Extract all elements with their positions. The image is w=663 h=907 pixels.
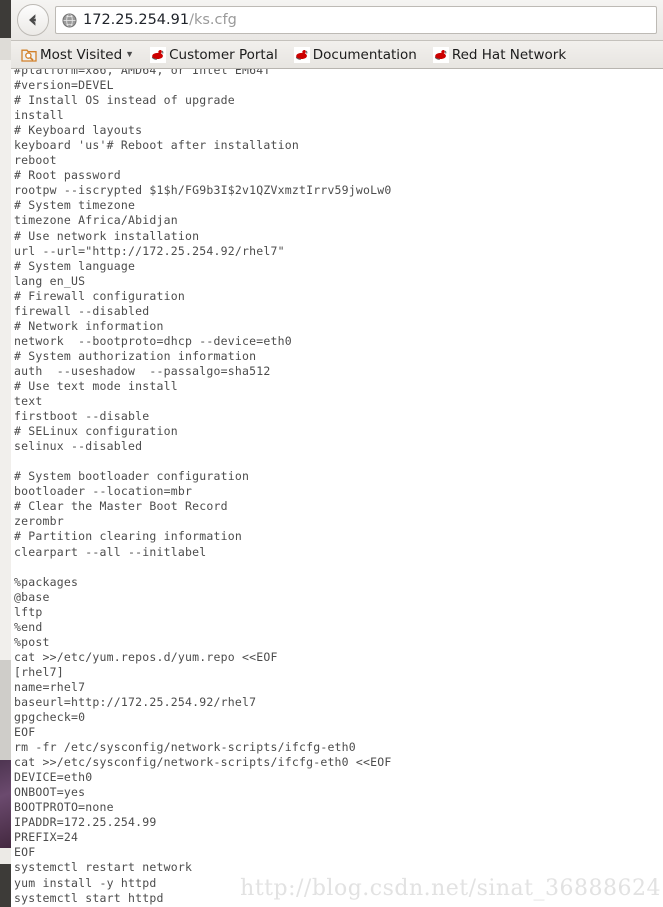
bookmark-label: Customer Portal xyxy=(169,46,278,63)
navigation-toolbar: 172.25.254.91/ks.cfg xyxy=(11,0,663,41)
folder-search-icon xyxy=(21,47,37,63)
bookmark-customer-portal[interactable]: Customer Portal xyxy=(146,44,282,66)
bookmark-label: Most Visited xyxy=(40,46,123,63)
chevron-down-icon[interactable]: ▼ xyxy=(125,50,134,59)
bookmark-label: Documentation xyxy=(312,46,417,63)
desktop-wallpaper-sliver xyxy=(0,760,11,848)
background-taskbar xyxy=(0,864,11,907)
url-bar[interactable]: 172.25.254.91/ks.cfg xyxy=(55,6,657,34)
background-window-edge-lower xyxy=(0,848,11,864)
background-desktop-strip xyxy=(0,0,11,907)
red-hat-shadowman-icon xyxy=(432,46,449,63)
page-content-area[interactable]: #platform=x86, AMD64, or Intel EM64T #ve… xyxy=(11,69,663,907)
globe-icon[interactable] xyxy=(62,12,77,28)
url-path-text: /ks.cfg xyxy=(189,12,237,28)
bookmark-label: Red Hat Network xyxy=(451,46,567,63)
background-window-edge xyxy=(0,60,11,660)
kickstart-config-text: #platform=x86, AMD64, or Intel EM64T #ve… xyxy=(14,69,392,907)
bookmark-red-hat-network[interactable]: Red Hat Network xyxy=(429,44,570,66)
arrow-left-icon xyxy=(24,11,42,29)
url-host-text: 172.25.254.91 xyxy=(83,12,190,28)
back-button[interactable] xyxy=(17,4,49,36)
browser-window: 172.25.254.91/ks.cfg Most Visited ▼ Cust… xyxy=(11,0,663,907)
background-top-panel xyxy=(0,0,11,38)
bookmarks-toolbar: Most Visited ▼ Customer Portal Documenta… xyxy=(11,41,663,69)
red-hat-shadowman-icon xyxy=(293,46,310,63)
background-window-edge-upper xyxy=(0,38,11,60)
red-hat-shadowman-icon xyxy=(150,46,167,63)
bookmark-documentation[interactable]: Documentation xyxy=(290,44,421,66)
bookmark-most-visited[interactable]: Most Visited ▼ xyxy=(17,44,138,66)
